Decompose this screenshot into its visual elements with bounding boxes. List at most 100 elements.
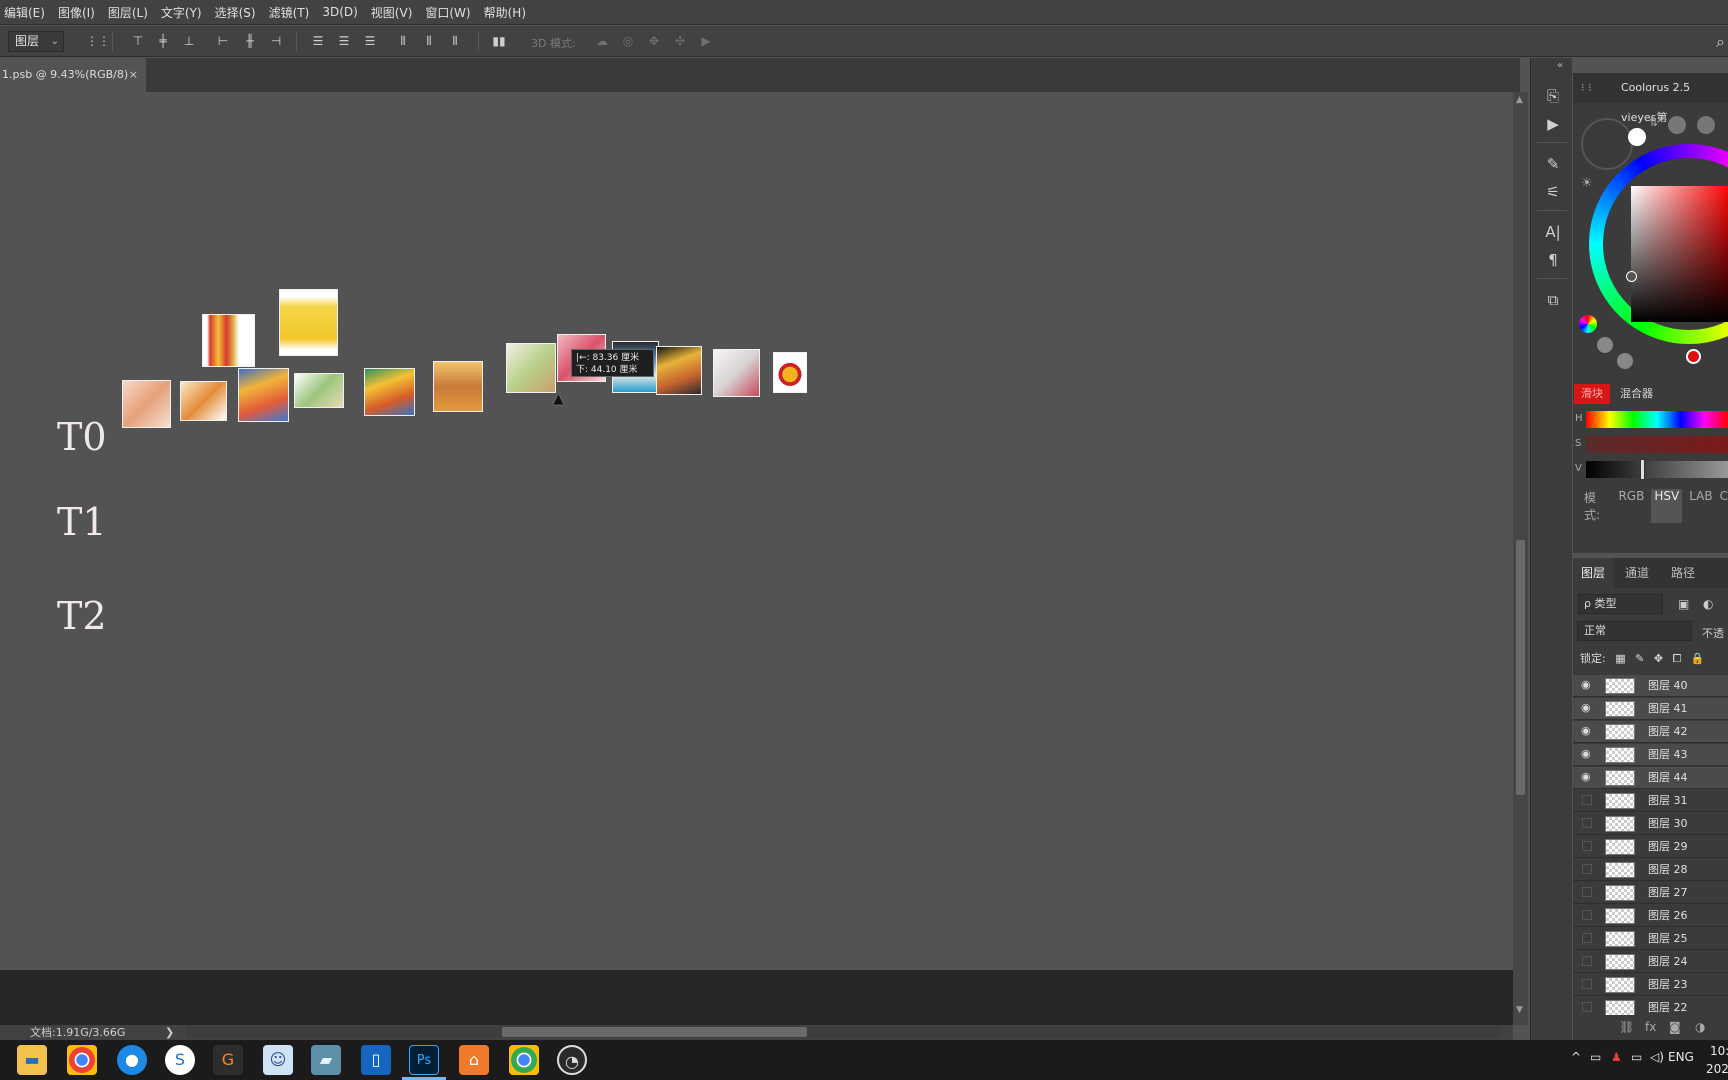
close-icon[interactable]: ×	[129, 58, 138, 92]
layer-row[interactable]: 图层 29	[1573, 836, 1728, 858]
product-image[interactable]	[364, 368, 415, 416]
chrome-icon[interactable]	[67, 1045, 97, 1075]
mode-hsv[interactable]: HSV	[1651, 489, 1683, 523]
scroll-up-icon[interactable]: ▲	[1516, 95, 1523, 105]
horizontal-scrollbar[interactable]	[186, 1026, 1501, 1038]
tray-expand-icon[interactable]: ^	[1571, 1050, 1581, 1064]
menu-view[interactable]: 视图(V)	[371, 4, 413, 21]
tray-network-icon[interactable]: ▭	[1590, 1050, 1601, 1064]
eye-icon[interactable]: ◉	[1581, 748, 1593, 760]
visibility-toggle[interactable]	[1582, 795, 1592, 805]
foreground-color-swatch[interactable]	[1628, 128, 1646, 146]
tab-layers[interactable]: 图层	[1573, 558, 1614, 588]
layer-filter-dropdown[interactable]: ρ 类型	[1578, 594, 1663, 614]
grammarly-icon[interactable]: G	[213, 1045, 243, 1075]
paragraph-icon[interactable]: ¶	[1543, 250, 1563, 270]
play-button[interactable]	[1617, 353, 1633, 369]
product-image[interactable]	[279, 289, 338, 356]
distribute-vcenter-icon[interactable]: ☰	[336, 33, 352, 49]
tab-paths[interactable]: 路径	[1671, 558, 1695, 588]
value-slider-handle[interactable]	[1640, 459, 1645, 480]
menu-layer[interactable]: 图层(L)	[108, 4, 148, 21]
link-layers-icon[interactable]: ⛓	[1619, 1020, 1634, 1034]
auto-select-target-dropdown[interactable]: 图层 ⌄	[8, 31, 64, 52]
tab-slider[interactable]: 滑块	[1574, 384, 1610, 404]
sun-icon[interactable]: ☀	[1581, 176, 1593, 191]
3d-camera-icon[interactable]: ▶	[697, 33, 715, 49]
color-preview-circle[interactable]	[1581, 118, 1633, 170]
layer-row[interactable]: 图层 26	[1573, 905, 1728, 927]
mode-lab[interactable]: LAB	[1689, 489, 1712, 523]
sogou-icon[interactable]: S	[165, 1045, 195, 1075]
layer-row[interactable]: ◉ 图层 43	[1573, 744, 1728, 766]
lock-all-icon[interactable]: 🔒	[1691, 652, 1705, 665]
layer-row[interactable]: 图层 23	[1573, 974, 1728, 996]
scroll-down-icon[interactable]: ▼	[1516, 1005, 1523, 1015]
align-bottom-icon[interactable]: ⊥	[181, 33, 197, 49]
brush-settings-icon[interactable]: ✎	[1543, 154, 1563, 174]
menu-image[interactable]: 图像(I)	[58, 4, 95, 21]
align-vcenter-icon[interactable]: ╪	[155, 33, 171, 49]
layer-row[interactable]: ◉ 图层 41	[1573, 698, 1728, 720]
sv-picker-handle[interactable]	[1626, 271, 1637, 282]
shop-app-icon[interactable]: ⌂	[459, 1045, 489, 1075]
distribute-hcenter-icon[interactable]: ⫴	[421, 33, 437, 49]
product-image[interactable]	[506, 343, 556, 393]
chrome-profile-icon[interactable]	[509, 1045, 539, 1075]
layer-row[interactable]: 图层 27	[1573, 882, 1728, 904]
product-image[interactable]	[238, 368, 289, 422]
adjustments-icon[interactable]: ⚟	[1543, 182, 1563, 202]
blend-mode-dropdown[interactable]: 正常	[1577, 621, 1692, 641]
visibility-toggle[interactable]	[1582, 910, 1592, 920]
tablet-app-icon[interactable]: ▯	[361, 1045, 391, 1075]
visibility-toggle[interactable]	[1582, 818, 1592, 828]
layer-row[interactable]: 图层 31	[1573, 790, 1728, 812]
3d-slide-icon[interactable]: ✣	[671, 33, 689, 49]
menu-3d[interactable]: 3D(D)	[322, 5, 357, 19]
layer-row[interactable]: 图层 25	[1573, 928, 1728, 950]
product-image[interactable]	[656, 346, 702, 395]
product-image[interactable]	[713, 349, 760, 397]
3d-roll-icon[interactable]: ◎	[619, 33, 637, 49]
distribute-right-icon[interactable]: ⫴	[447, 33, 463, 49]
visibility-toggle[interactable]	[1582, 887, 1592, 897]
auto-align-icon[interactable]: ▮▮	[491, 33, 507, 49]
tool-button[interactable]	[1697, 116, 1715, 134]
hue-picker-handle[interactable]	[1686, 349, 1701, 364]
file-explorer-icon[interactable]: ▬	[17, 1045, 47, 1075]
product-image[interactable]	[773, 352, 807, 393]
tray-volume-icon[interactable]: ◁)	[1650, 1050, 1664, 1064]
product-image[interactable]	[294, 373, 344, 408]
mode-rgb[interactable]: RGB	[1618, 489, 1644, 523]
tab-channels[interactable]: 通道	[1625, 558, 1649, 588]
obs-icon[interactable]: ◔	[557, 1045, 587, 1075]
layer-row[interactable]: 图层 28	[1573, 859, 1728, 881]
menu-type[interactable]: 文字(Y)	[161, 4, 202, 21]
3d-orbit-icon[interactable]: ☁	[593, 33, 611, 49]
eye-icon[interactable]: ◉	[1581, 725, 1593, 737]
lock-position-icon[interactable]: ✥	[1654, 652, 1663, 665]
visibility-toggle[interactable]	[1582, 1002, 1592, 1012]
3d-panel-icon[interactable]: ⧉	[1543, 290, 1563, 310]
filter-adjust-icon[interactable]: ◐	[1703, 597, 1713, 611]
distribute-left-icon[interactable]: ⫴	[395, 33, 411, 49]
triangle-button[interactable]	[1597, 337, 1613, 353]
lock-paint-icon[interactable]: ✎	[1635, 652, 1644, 665]
distribute-top-icon[interactable]: ☰	[310, 33, 326, 49]
character-icon[interactable]: A|	[1543, 222, 1563, 242]
game-app-icon[interactable]: ☺	[263, 1045, 293, 1075]
fx-icon[interactable]: fx	[1645, 1020, 1656, 1034]
collapse-icon[interactable]: «	[1557, 60, 1563, 71]
align-left-icon[interactable]: ⊢	[215, 33, 231, 49]
adjustment-layer-icon[interactable]: ◑	[1695, 1020, 1705, 1034]
status-menu-icon[interactable]: ❯	[165, 1025, 174, 1040]
align-right-icon[interactable]: ⊣	[268, 33, 284, 49]
3d-pan-icon[interactable]: ✥	[645, 33, 663, 49]
actions-play-icon[interactable]: ▶	[1543, 114, 1563, 134]
distribute-bottom-icon[interactable]: ☰	[362, 33, 378, 49]
saturation-slider[interactable]	[1586, 436, 1728, 453]
visibility-toggle[interactable]	[1582, 864, 1592, 874]
product-image[interactable]	[202, 314, 255, 367]
tool-button[interactable]	[1668, 116, 1686, 134]
align-top-icon[interactable]: ⊤	[130, 33, 146, 49]
